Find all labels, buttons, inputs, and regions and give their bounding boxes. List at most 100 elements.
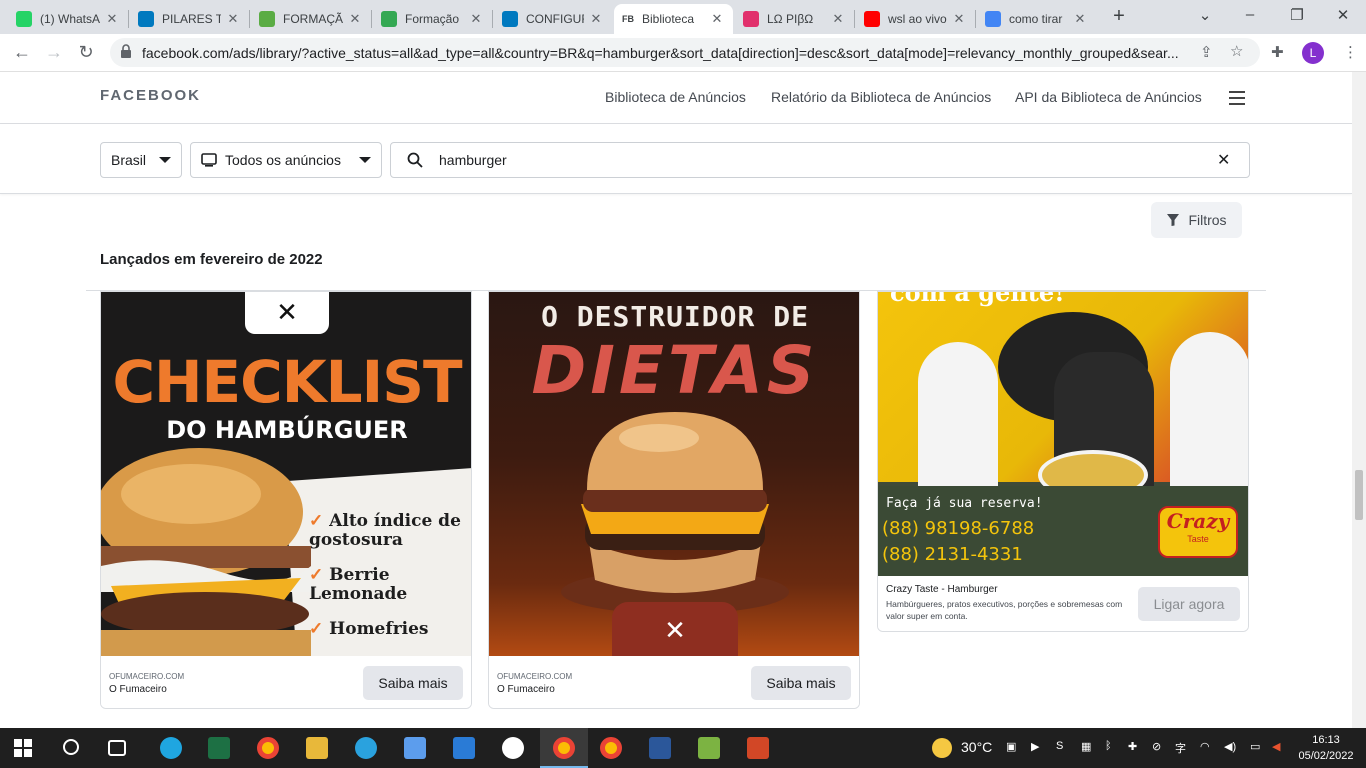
tab-search-icon[interactable]: ⌄ <box>1195 6 1215 24</box>
tray-app-icon[interactable]: S <box>1056 740 1063 752</box>
ad-title[interactable]: Crazy Taste - Hamburger <box>886 584 998 595</box>
excel-icon[interactable] <box>208 737 230 759</box>
ad-subhead: DO HAMBÚRGUER <box>166 416 408 444</box>
network-off-icon[interactable]: ⊘ <box>1152 740 1161 753</box>
android-studio-icon[interactable] <box>698 737 720 759</box>
file-explorer-icon[interactable] <box>306 737 328 759</box>
facebook-logo[interactable]: FACEBOOK <box>100 87 201 104</box>
chrome-profile-icon[interactable] <box>600 737 622 759</box>
advertiser-name[interactable]: O Fumaceiro <box>497 684 555 695</box>
close-tab-icon[interactable]: ✕ <box>468 11 484 27</box>
nav-link-ad-library[interactable]: Biblioteca de Anúncios <box>605 89 746 105</box>
notification-icon[interactable]: ◀ <box>1272 740 1280 753</box>
call-now-button[interactable]: Ligar agora <box>1138 587 1240 621</box>
tray-app-icon[interactable]: ▦ <box>1081 740 1091 753</box>
ad-domain[interactable]: OFUMACEIRO.COM <box>497 672 572 681</box>
close-tab-icon[interactable]: ✕ <box>225 11 241 27</box>
language-icon[interactable]: 字 <box>1175 740 1186 756</box>
tab-title: LΩ PIβΩ <box>767 12 814 26</box>
app-icon[interactable] <box>502 737 524 759</box>
browser-tab[interactable]: como tirar ✕ <box>977 4 1096 34</box>
chrome-icon[interactable] <box>257 737 279 759</box>
browser-tab[interactable]: (1) WhatsA ✕ <box>8 4 128 34</box>
search-icon <box>407 152 423 168</box>
learn-more-button[interactable]: Saiba mais <box>751 666 851 700</box>
ad-card[interactable]: com a gente! Faça já sua reserva! (88) 9… <box>877 291 1249 632</box>
extensions-icon[interactable]: ✚ <box>1271 43 1284 61</box>
profile-avatar[interactable]: L <box>1302 42 1324 64</box>
fb-icon: FB <box>622 14 634 24</box>
bookmark-star-icon[interactable]: ☆ <box>1230 42 1243 60</box>
reload-icon[interactable]: ↻ <box>76 42 96 63</box>
nav-link-ad-library-report[interactable]: Relatório da Biblioteca de Anúncios <box>771 89 991 105</box>
browser-tab[interactable]: LΩ PIβΩ ✕ <box>735 4 854 34</box>
new-tab-button[interactable]: + <box>1108 5 1130 28</box>
close-tab-icon[interactable]: ✕ <box>830 11 846 27</box>
wifi-icon[interactable]: ◠ <box>1200 740 1210 753</box>
monitor-icon <box>201 153 217 167</box>
browser-toolbar: ← → ↻ facebook.com/ads/library/?active_s… <box>0 34 1366 72</box>
menu-icon[interactable] <box>1229 91 1245 105</box>
ad-card[interactable]: O DESTRUIDOR DE DIETAS ✕ OFUMACEIRO.COM … <box>488 291 860 709</box>
tray-app-icon[interactable]: ▣ <box>1006 740 1016 753</box>
chevron-down-icon <box>359 157 371 163</box>
tab-separator <box>492 10 493 28</box>
close-tab-icon[interactable]: ✕ <box>588 11 604 27</box>
close-window-button[interactable]: ✕ <box>1333 6 1353 24</box>
search-icon[interactable] <box>63 739 79 755</box>
browser-tab[interactable]: CONFIGUR ✕ <box>494 4 612 34</box>
page-scrollbar[interactable] <box>1352 72 1366 728</box>
search-input[interactable]: hamburger ✕ <box>390 142 1250 178</box>
meet-icon[interactable]: ▶ <box>1031 740 1039 753</box>
telegram-icon[interactable] <box>355 737 377 759</box>
filters-button[interactable]: Filtros <box>1151 202 1242 238</box>
volume-icon[interactable]: ◀) <box>1224 740 1236 753</box>
tab-separator <box>128 10 129 28</box>
taskbar-active-app[interactable] <box>540 728 588 768</box>
browser-tab[interactable]: wsl ao vivo ✕ <box>856 4 975 34</box>
ad-card[interactable]: ✕ CHECKLIST DO HAMBÚRGUER ✓ Alto índice … <box>100 291 472 709</box>
ad-creative-image: ✕ CHECKLIST DO HAMBÚRGUER ✓ Alto índice … <box>101 292 471 656</box>
bluetooth-icon[interactable]: ᛒ <box>1105 740 1112 752</box>
close-tab-icon[interactable]: ✕ <box>951 11 967 27</box>
browser-menu-icon[interactable]: ⋮ <box>1343 43 1358 61</box>
edge-icon[interactable] <box>160 737 182 759</box>
word-icon[interactable] <box>649 737 671 759</box>
advertiser-name[interactable]: O Fumaceiro <box>109 684 167 695</box>
task-view-icon[interactable] <box>108 740 126 756</box>
filter-icon <box>1167 214 1180 226</box>
powerpoint-icon[interactable] <box>747 737 769 759</box>
system-clock[interactable]: 16:13 05/02/2022 <box>1296 732 1356 764</box>
close-tab-icon[interactable]: ✕ <box>104 11 120 27</box>
maximize-button[interactable]: ❐ <box>1287 6 1307 24</box>
close-tab-icon[interactable]: ✕ <box>709 11 725 27</box>
weather-icon[interactable] <box>932 738 952 758</box>
close-tab-icon[interactable]: ✕ <box>1072 11 1088 27</box>
forward-icon[interactable]: → <box>44 42 64 63</box>
learn-more-button[interactable]: Saiba mais <box>363 666 463 700</box>
ad-card-footer: OFUMACEIRO.COM O Fumaceiro Saiba mais <box>101 656 471 708</box>
battery-icon[interactable]: ▭ <box>1250 740 1260 753</box>
mail-icon[interactable] <box>453 737 475 759</box>
weather-temp[interactable]: 30°C <box>961 739 992 755</box>
close-tab-icon[interactable]: ✕ <box>347 11 363 27</box>
country-select[interactable]: Brasil <box>100 142 182 178</box>
scrollbar-thumb[interactable] <box>1355 470 1363 520</box>
windows-start-icon[interactable] <box>14 739 32 757</box>
nav-link-ad-library-api[interactable]: API da Biblioteca de Anúncios <box>1015 89 1202 105</box>
browser-tab[interactable]: Formação ✕ <box>373 4 492 34</box>
security-icon[interactable]: ✚ <box>1128 740 1137 753</box>
minimize-button[interactable]: – <box>1240 6 1260 23</box>
browser-tab[interactable]: PILARES TE ✕ <box>130 4 249 34</box>
clear-search-icon[interactable]: ✕ <box>1217 150 1230 170</box>
ad-type-select[interactable]: Todos os anúncios <box>190 142 382 178</box>
back-icon[interactable]: ← <box>12 42 32 63</box>
browser-tab[interactable]: FB Biblioteca ✕ <box>614 4 733 34</box>
ad-domain[interactable]: OFUMACEIRO.COM <box>109 672 184 681</box>
tab-title: PILARES TE <box>162 12 221 26</box>
browser-tab[interactable]: FORMAÇÃ ✕ <box>251 4 371 34</box>
address-bar[interactable]: facebook.com/ads/library/?active_status=… <box>110 38 1260 67</box>
share-icon[interactable]: ⇪ <box>1200 43 1213 61</box>
tab-separator <box>249 10 250 28</box>
store-icon[interactable] <box>404 737 426 759</box>
